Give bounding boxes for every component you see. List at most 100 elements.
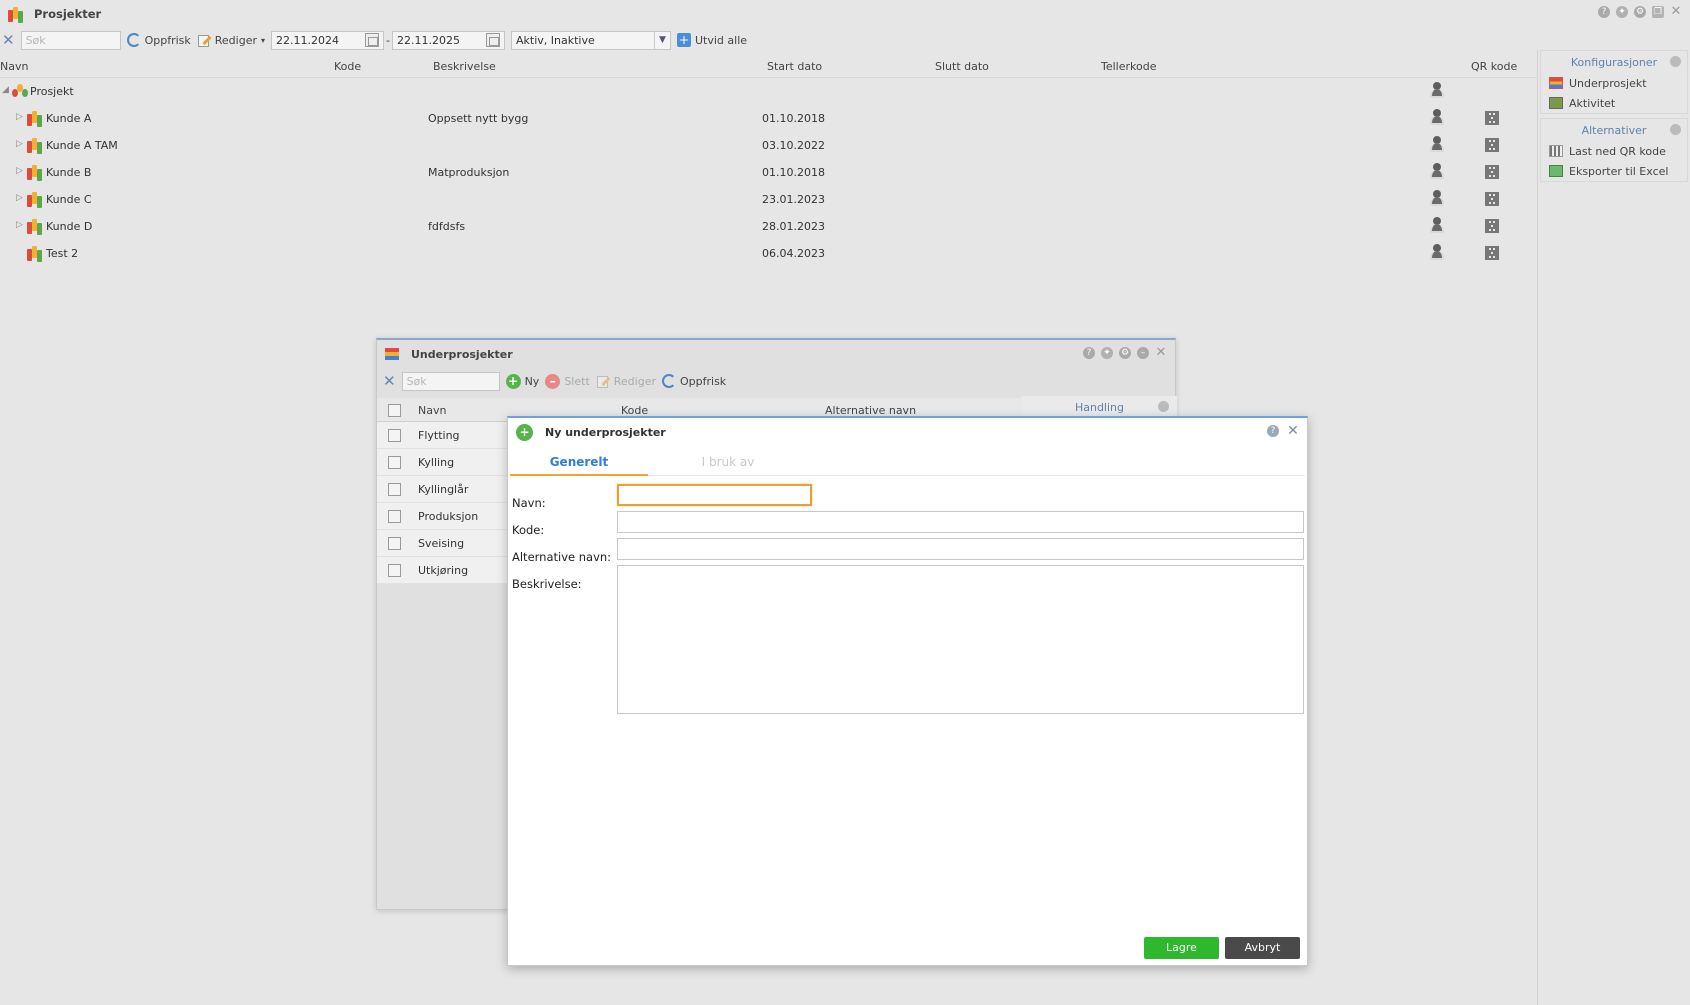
cancel-button[interactable]: Avbryt [1225,937,1300,959]
row-name: Kunde D [46,220,93,233]
config-item-subproject[interactable]: Underprosjekt [1541,73,1687,93]
list-item[interactable]: Utkjøring [377,557,517,584]
date-from-input[interactable]: 22.11.2024 [271,30,385,50]
refresh-button[interactable]: Oppfrisk [126,33,191,47]
clear-search-icon[interactable]: ✕ [2,33,15,48]
edit-dropdown-button[interactable]: Rediger ▾ [197,33,265,47]
col-header-name[interactable]: Navn [418,404,446,417]
delete-button[interactable]: – Slett [545,373,590,389]
row-checkbox[interactable] [388,456,401,469]
list-item[interactable]: Kyllinglår [377,476,517,503]
list-item[interactable]: Flytting [377,422,517,449]
action-column-header[interactable]: Handling [1022,396,1177,418]
alternatives-section: Alternativer Last ned QR kode Eksporter … [1540,118,1688,182]
collapse-triangle-icon[interactable]: ◢ [2,85,9,95]
row-checkbox[interactable] [388,510,401,523]
description-textarea[interactable] [617,565,1304,714]
table-row[interactable]: ▷ Kunde A TAM 03.10.2022 [0,132,1537,158]
table-row[interactable]: ▷ Kunde B Matproduksjon 01.10.2018 [0,159,1537,185]
close-icon[interactable]: ✕ [1670,5,1682,18]
row-checkbox[interactable] [388,564,401,577]
expand-triangle-icon[interactable]: ▷ [16,139,23,149]
save-button[interactable]: Lagre [1144,937,1219,959]
tab-general[interactable]: Generelt [510,448,648,476]
expand-triangle-icon[interactable]: ▷ [16,112,23,122]
list-item[interactable]: Produksjon [377,503,517,530]
col-header-start-date[interactable]: Start dato [767,60,822,73]
app-titlebar: Prosjekter ? ✦ ⚙ ❐ ✕ [0,0,1690,28]
user-icon[interactable] [1429,82,1445,99]
refresh-button[interactable]: Oppfrisk [662,374,726,388]
clear-search-icon[interactable]: ✕ [383,374,396,389]
export-excel-item[interactable]: Eksporter til Excel [1541,161,1687,181]
subprojects-search-input[interactable]: Søk [401,371,500,391]
help-icon[interactable]: ? [1598,6,1610,18]
expand-triangle-icon[interactable]: ▷ [16,220,23,230]
qr-code-icon[interactable] [1485,111,1499,125]
expand-all-button[interactable]: + Utvid alle [677,33,747,47]
table-row[interactable]: ▷ Kunde C 23.01.2023 [0,186,1537,212]
user-icon[interactable] [1429,190,1445,207]
collapse-icon[interactable] [1670,124,1681,135]
row-start-date: 06.04.2023 [762,247,825,260]
tree-root-row[interactable]: ◢ Prosjekt [0,78,1537,104]
alt-name-field[interactable] [617,538,1304,560]
settings-icon[interactable]: ⚙ [1119,347,1131,359]
col-header-counter-code[interactable]: Tellerkode [1101,60,1156,73]
help-icon[interactable]: ? [1267,425,1279,437]
user-icon[interactable] [1429,244,1445,261]
user-icon[interactable] [1429,217,1445,234]
col-header-name[interactable]: Navn [0,60,28,73]
new-subproject-dialog-header[interactable]: + Ny underprosjekter ? ✕ [508,418,1307,446]
chevron-down-icon[interactable]: ▼ [654,31,670,49]
table-row[interactable]: ▷ Kunde D fdfdsfs 28.01.2023 [0,213,1537,239]
calendar-icon[interactable] [486,33,500,47]
select-all-checkbox[interactable] [388,404,401,417]
collapse-icon[interactable] [1670,56,1681,67]
col-header-code[interactable]: Kode [334,60,361,73]
list-item[interactable]: Kylling [377,449,517,476]
restore-icon[interactable]: ❐ [1652,6,1664,18]
row-checkbox[interactable] [388,483,401,496]
table-row[interactable]: Test 2 06.04.2023 [0,240,1537,266]
config-item-activity[interactable]: Aktivitet [1541,93,1687,113]
qr-code-icon[interactable] [1485,246,1499,260]
status-filter-select[interactable]: Aktiv, Inaktive ▼ [511,30,671,50]
config-section-header[interactable]: Konfigurasjoner [1541,51,1687,73]
calendar-icon[interactable] [365,33,380,47]
pin-icon[interactable]: ✦ [1616,6,1628,18]
col-header-description[interactable]: Beskrivelse [433,60,496,73]
user-icon[interactable] [1429,109,1445,126]
subprojects-dialog-header[interactable]: Underprosjekter ? ✦ ⚙ – ✕ [377,340,1175,368]
edit-button[interactable]: Rediger [596,374,656,388]
download-qr-item[interactable]: Last ned QR kode [1541,141,1687,161]
list-item[interactable]: Sveising [377,530,517,557]
pin-icon[interactable]: ✦ [1101,347,1113,359]
close-icon[interactable]: ✕ [1155,346,1167,359]
minimize-icon[interactable]: – [1137,347,1149,359]
col-header-end-date[interactable]: Slutt dato [935,60,989,73]
expand-triangle-icon[interactable]: ▷ [16,166,23,176]
user-icon[interactable] [1429,163,1445,180]
new-button[interactable]: + Ny [505,373,539,389]
settings-icon[interactable] [1158,401,1169,412]
table-row[interactable]: ▷ Kunde A Oppsett nytt bygg 01.10.2018 [0,105,1537,131]
search-input[interactable]: Søk [20,30,121,50]
tab-used-by[interactable]: I bruk av [659,448,797,476]
close-icon[interactable]: ✕ [1287,424,1299,438]
help-icon[interactable]: ? [1083,347,1095,359]
col-header-qr-code[interactable]: QR kode [1471,60,1517,73]
settings-icon[interactable]: ⚙ [1634,6,1646,18]
code-field[interactable] [617,511,1304,533]
name-field[interactable] [617,484,812,506]
qr-code-icon[interactable] [1485,165,1499,179]
alternatives-section-header[interactable]: Alternativer [1541,119,1687,141]
user-icon[interactable] [1429,136,1445,153]
qr-code-icon[interactable] [1485,192,1499,206]
date-to-input[interactable]: 22.11.2025 [392,30,505,50]
row-checkbox[interactable] [388,429,401,442]
row-checkbox[interactable] [388,537,401,550]
expand-triangle-icon[interactable]: ▷ [16,193,23,203]
qr-code-icon[interactable] [1485,219,1499,233]
qr-code-icon[interactable] [1485,138,1499,152]
